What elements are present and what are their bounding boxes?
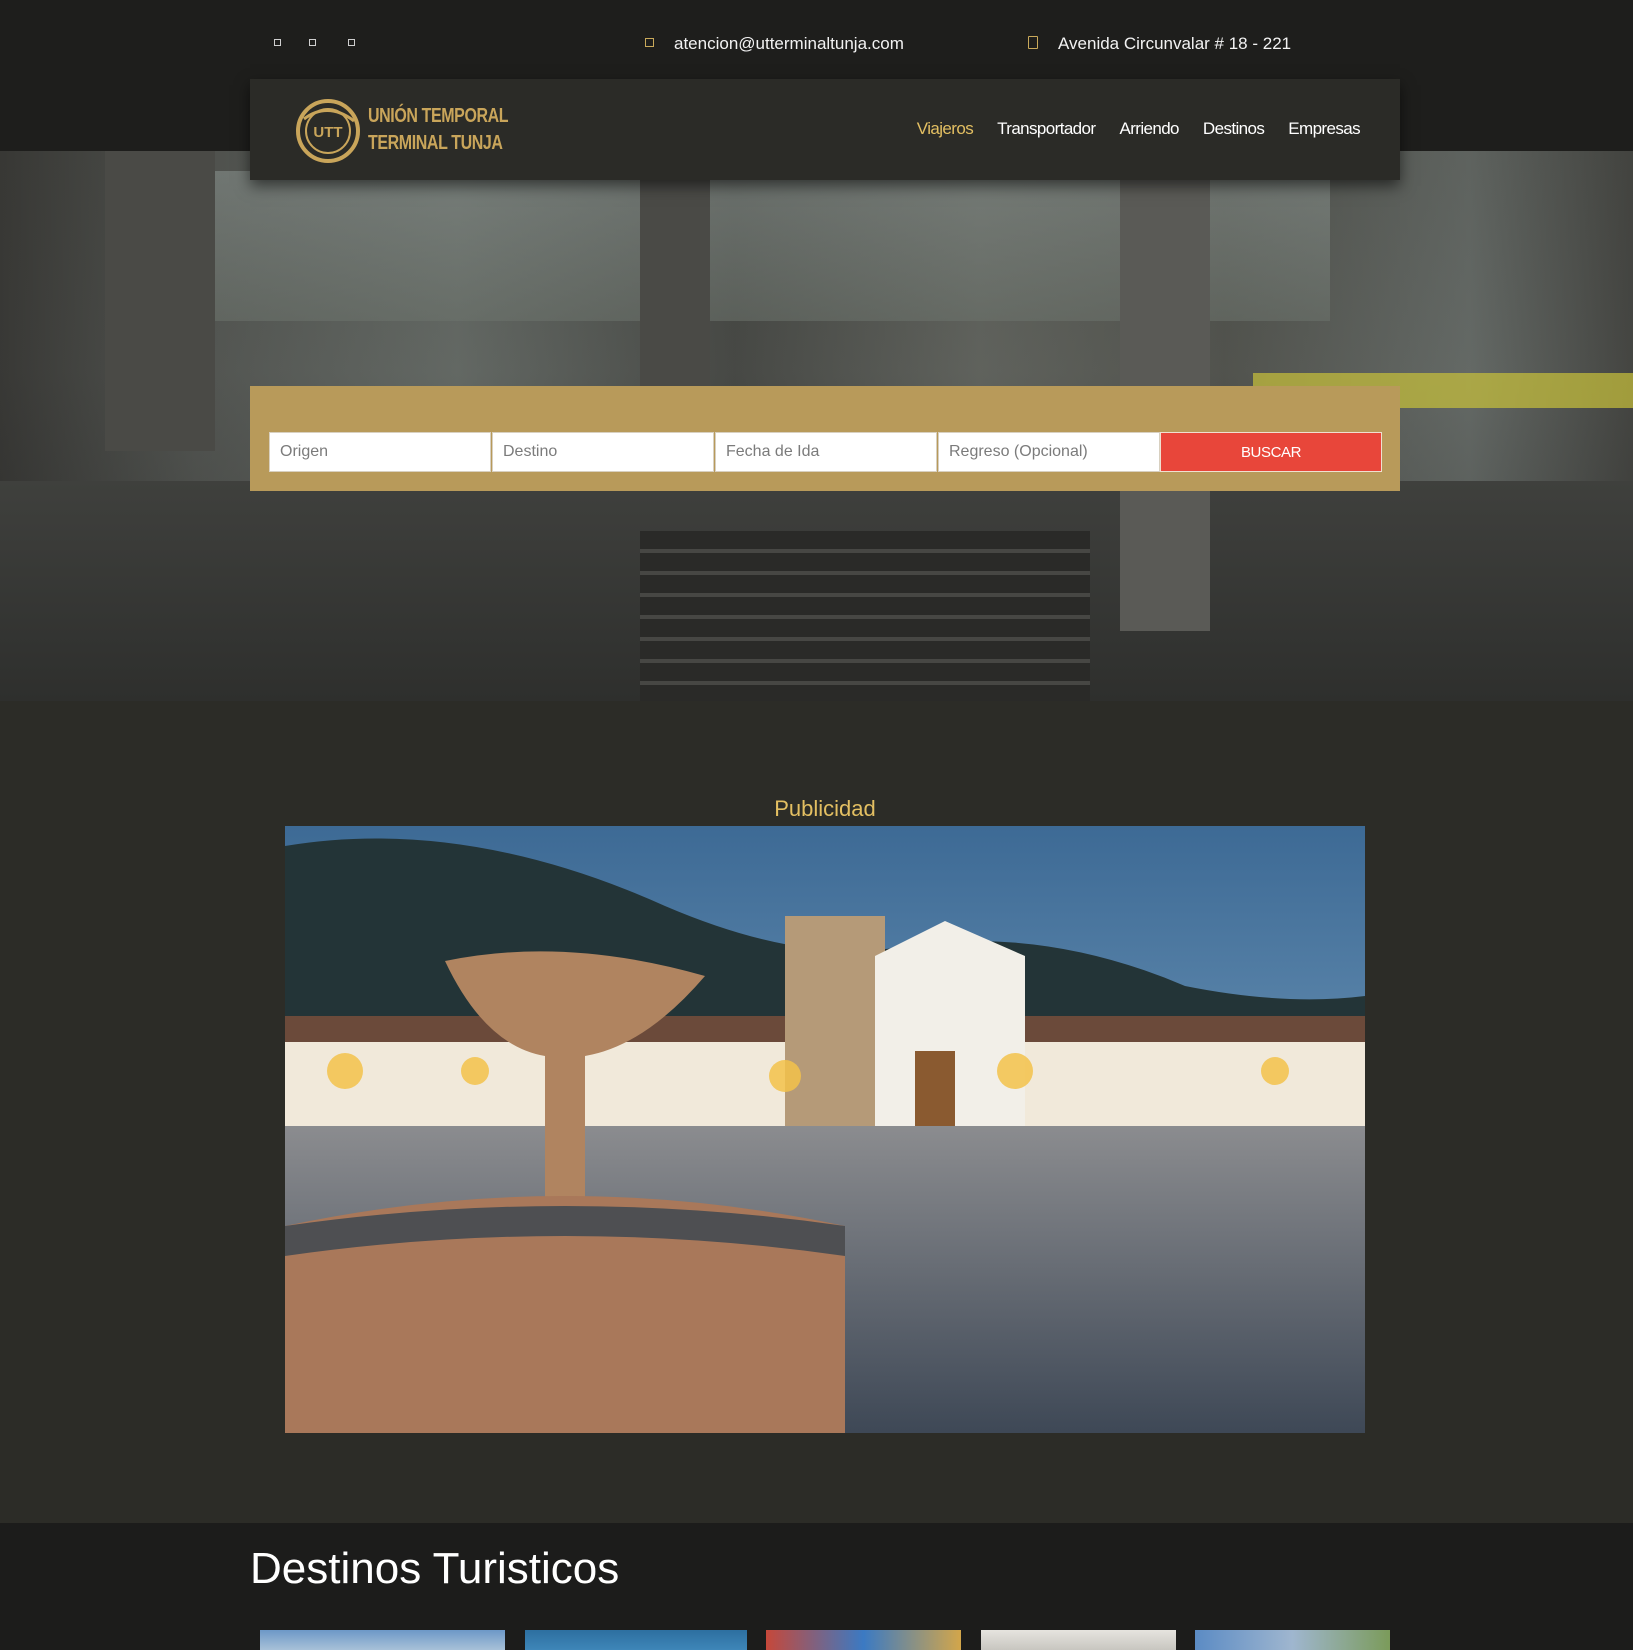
location-pin-icon xyxy=(1028,36,1038,50)
nav-item-transportador[interactable]: Transportador xyxy=(997,119,1096,139)
ad-image[interactable] xyxy=(285,826,1365,1433)
destination-input[interactable]: Destino xyxy=(492,432,714,472)
ad-section-title: Publicidad xyxy=(774,796,876,821)
trip-search-panel: Origen Destino Fecha de Ida Regreso (Opc… xyxy=(250,386,1400,491)
nav-item-empresas[interactable]: Empresas xyxy=(1288,119,1360,139)
logo-mark-text: UTT xyxy=(313,124,342,141)
twitter-icon[interactable] xyxy=(348,39,355,46)
logo-line-1: UNIÓN TEMPORAL xyxy=(368,105,509,127)
destination-card[interactable] xyxy=(525,1630,747,1650)
departure-date-input[interactable]: Fecha de Ida xyxy=(715,432,937,472)
nav-item-destinos[interactable]: Destinos xyxy=(1203,119,1265,139)
logo-line-2: TERMINAL TUNJA xyxy=(368,132,503,154)
destinations-title: Destinos Turisticos xyxy=(250,1544,620,1593)
instagram-icon[interactable] xyxy=(309,39,316,46)
return-date-input[interactable]: Regreso (Opcional) xyxy=(938,432,1160,472)
logo-emblem-icon: UTT xyxy=(296,99,360,163)
site-logo[interactable]: UTT UNIÓN TEMPORAL TERMINAL TUNJA xyxy=(294,97,509,163)
destination-card[interactable] xyxy=(260,1630,505,1650)
hero-pillar xyxy=(105,151,215,451)
main-header: UTT UNIÓN TEMPORAL TERMINAL TUNJA Viajer… xyxy=(250,79,1400,180)
nav-item-viajeros[interactable]: Viajeros xyxy=(917,119,974,139)
ad-plaza-illustration xyxy=(285,826,1365,1433)
facebook-icon[interactable] xyxy=(274,39,281,46)
logo-text: UNIÓN TEMPORAL TERMINAL TUNJA xyxy=(368,103,509,157)
nav-item-arriendo[interactable]: Arriendo xyxy=(1119,119,1179,139)
destination-card[interactable] xyxy=(766,1630,961,1650)
email-contact[interactable]: atencion@utterminaltunja.com xyxy=(645,34,904,54)
email-text: atencion@utterminaltunja.com xyxy=(674,34,904,53)
search-button[interactable]: BUSCAR xyxy=(1160,432,1382,472)
destination-card[interactable] xyxy=(981,1630,1176,1650)
address-text: Avenida Circunvalar # 18 - 221 xyxy=(1058,34,1292,53)
hero-stairs xyxy=(640,531,1090,701)
origin-input[interactable]: Origen xyxy=(269,432,491,472)
mail-icon xyxy=(645,38,654,48)
main-nav: Viajeros Transportador Arriendo Destinos… xyxy=(917,119,1361,139)
address-contact: Avenida Circunvalar # 18 - 221 xyxy=(1028,34,1291,54)
destination-card[interactable] xyxy=(1195,1630,1390,1650)
